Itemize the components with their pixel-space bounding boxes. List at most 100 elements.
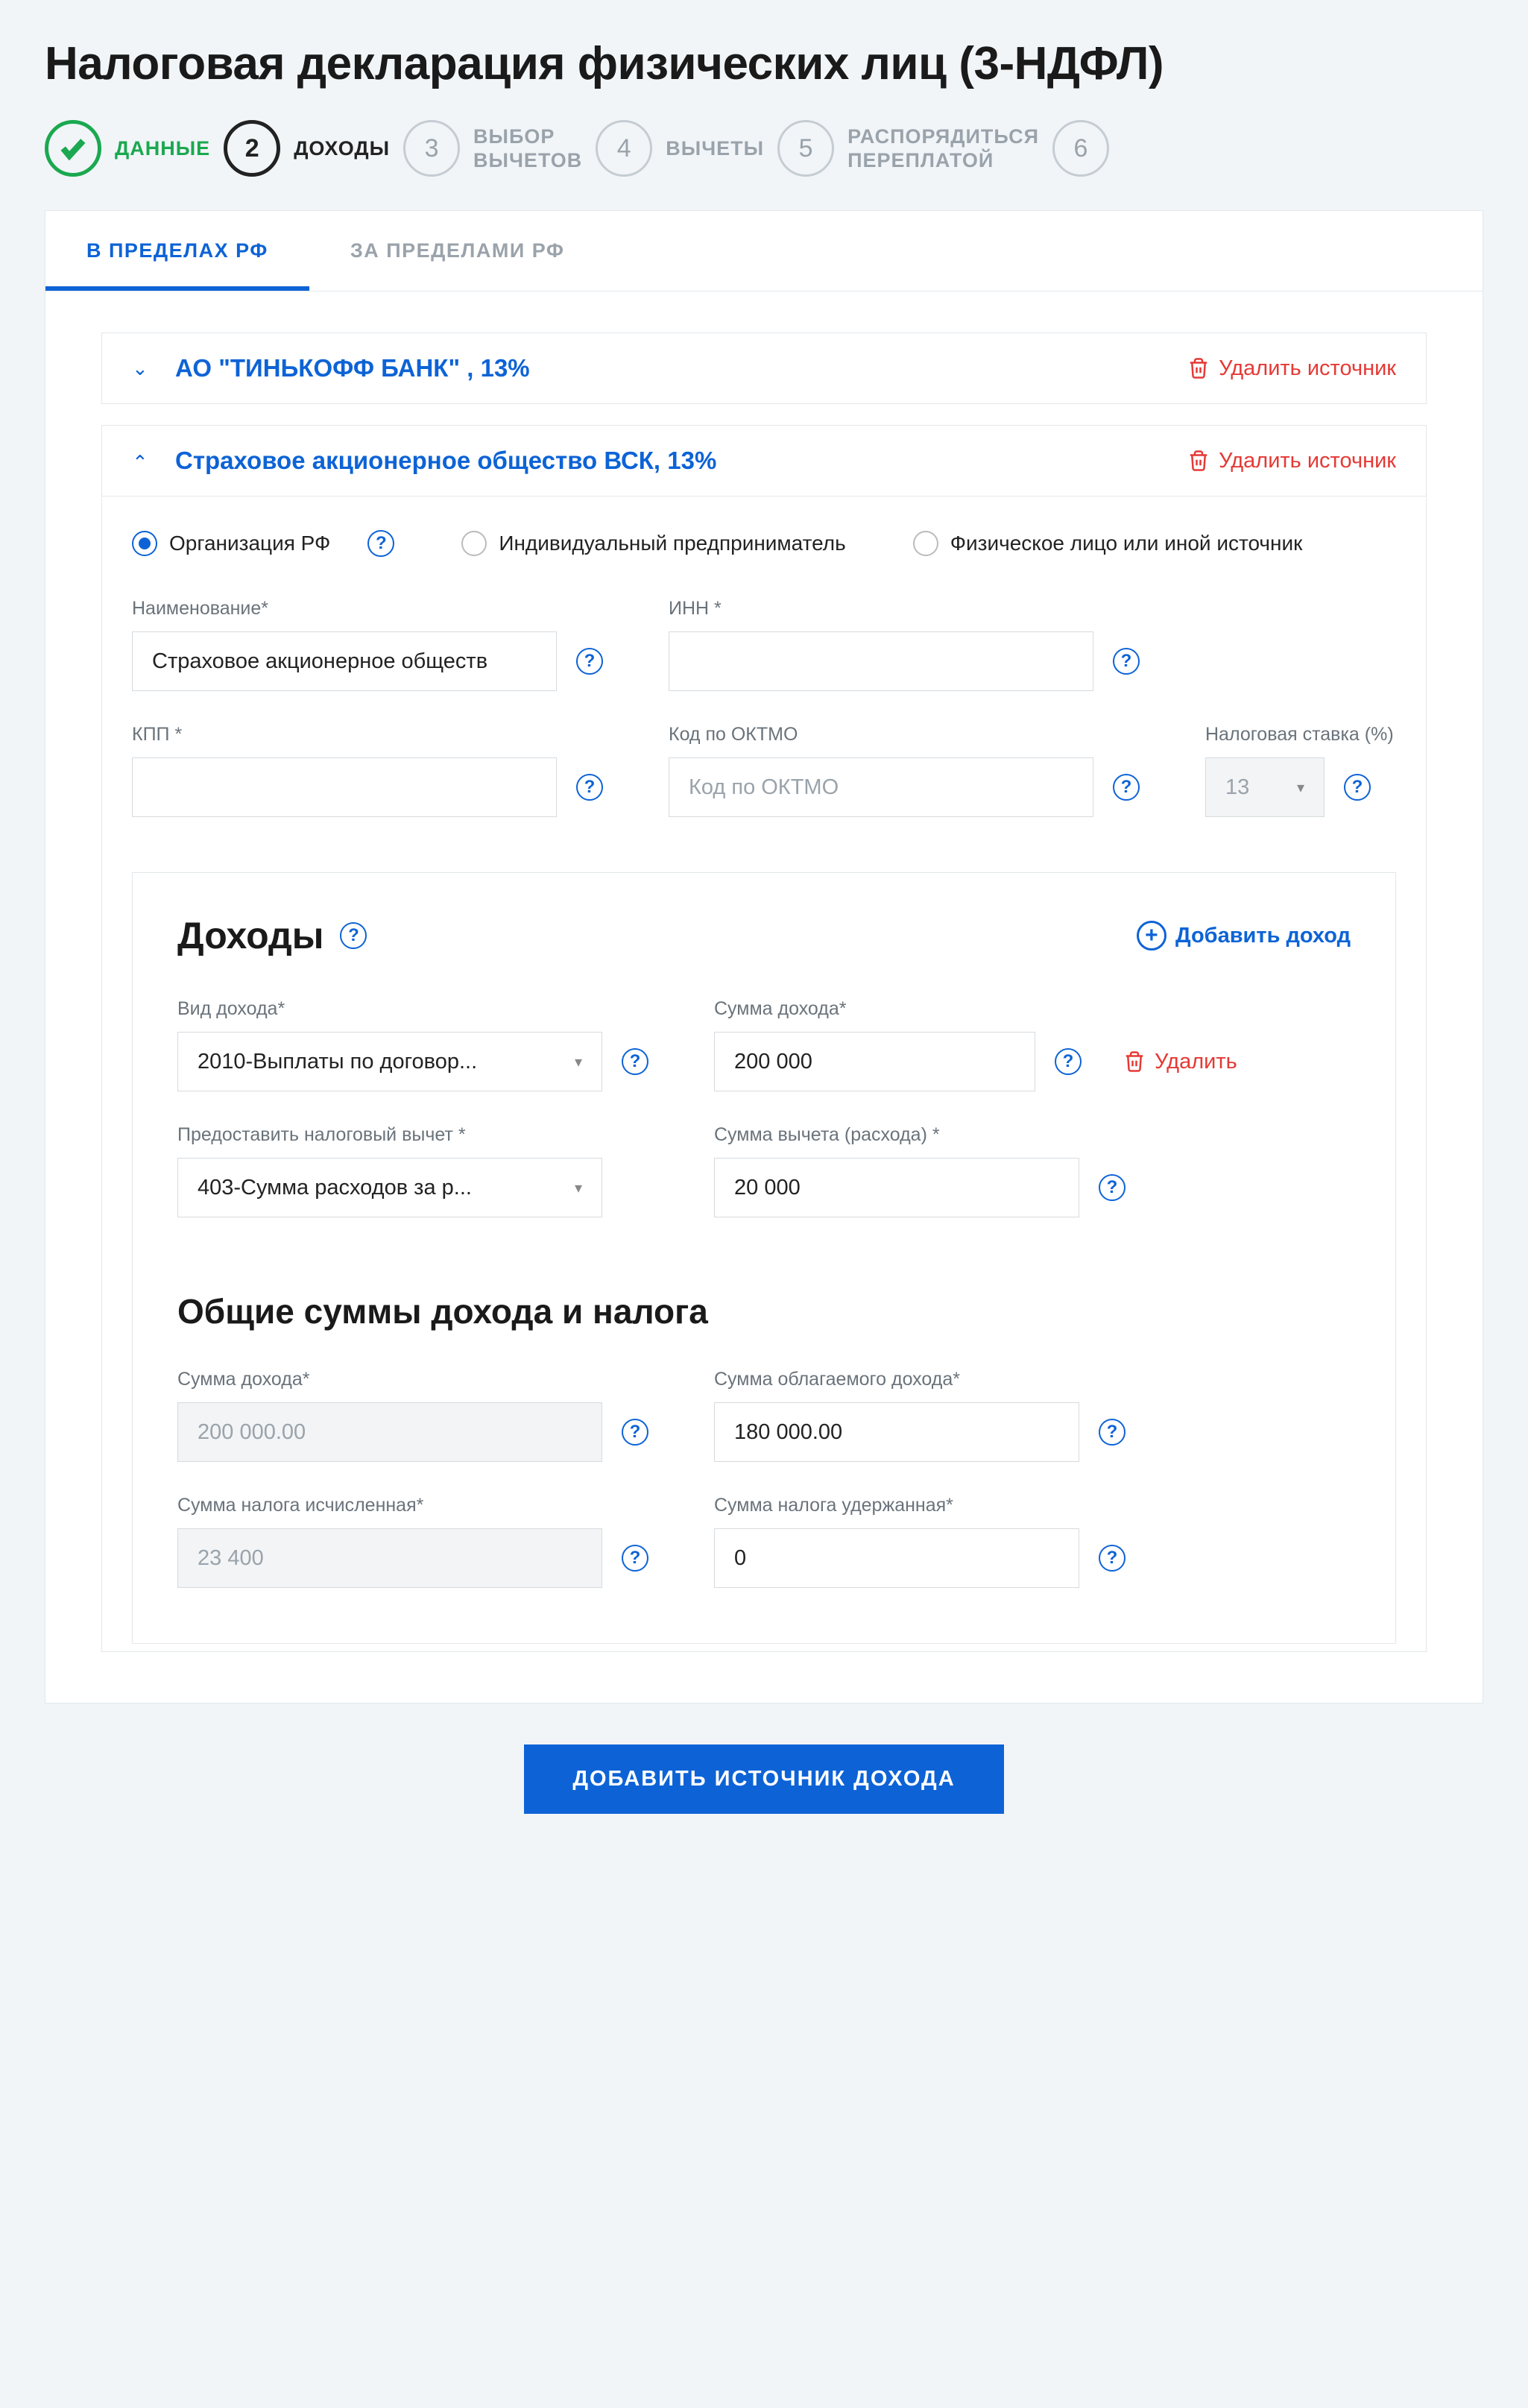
step-circle: 2 (224, 120, 280, 177)
caret-icon: ▾ (575, 1179, 582, 1197)
step-label: ВЫБОР ВЫЧЕТОВ (473, 125, 582, 173)
chevron-up-icon: ⌄ (132, 450, 154, 473)
delete-source-button[interactable]: Удалить источник (1187, 356, 1396, 381)
kpp-input[interactable] (132, 757, 557, 817)
main-card: В ПРЕДЕЛАХ РФ ЗА ПРЕДЕЛАМИ РФ ⌄ АО "ТИНЬ… (45, 210, 1483, 1703)
help-icon[interactable]: ? (576, 774, 603, 801)
help-icon[interactable]: ? (1113, 774, 1140, 801)
step-circle: 6 (1052, 120, 1109, 177)
accordion-header[interactable]: ⌄ АО "ТИНЬКОФФ БАНК" , 13% Удалить источ… (102, 333, 1426, 403)
step-2[interactable]: 2 ДОХОДЫ (224, 120, 390, 177)
field-kpp: КПП * ? (132, 724, 624, 817)
help-icon[interactable]: ? (1113, 648, 1140, 675)
help-icon[interactable]: ? (622, 1048, 648, 1075)
step-1[interactable]: ДАННЫЕ (45, 120, 210, 177)
step-label: РАСПОРЯДИТЬСЯ ПЕРЕПЛАТОЙ (847, 125, 1039, 173)
help-icon[interactable]: ? (1055, 1048, 1082, 1075)
section-title: Доходы ? (177, 914, 367, 957)
field-label: Наименование* (132, 598, 624, 620)
trash-icon (1187, 450, 1210, 472)
field-income-type: Вид дохода* 2010-Выплаты по договор... ▾… (177, 998, 669, 1091)
help-icon[interactable]: ? (1099, 1419, 1126, 1446)
field-taxable: Сумма облагаемого дохода* ? (714, 1369, 1206, 1462)
taxable-input[interactable] (714, 1402, 1079, 1462)
field-tax-calc: Сумма налога исчисленная* ? (177, 1495, 669, 1588)
name-input[interactable] (132, 631, 557, 691)
help-icon[interactable]: ? (1344, 774, 1371, 801)
caret-icon: ▾ (575, 1053, 582, 1071)
field-label: Код по ОКТМО (669, 724, 1161, 746)
help-icon[interactable]: ? (622, 1545, 648, 1572)
trash-icon (1187, 357, 1210, 379)
help-icon[interactable]: ? (340, 922, 367, 949)
add-source-button[interactable]: ДОБАВИТЬ ИСТОЧНИК ДОХОДА (524, 1744, 1003, 1814)
field-label: КПП * (132, 724, 624, 746)
field-label: Сумма облагаемого дохода* (714, 1369, 1206, 1390)
field-inn: ИНН * ? (669, 598, 1161, 691)
step-label: ДАННЫЕ (115, 136, 210, 160)
step-5[interactable]: 5 РАСПОРЯДИТЬСЯ ПЕРЕПЛАТОЙ (777, 120, 1039, 177)
select-value: 403-Сумма расходов за р... (198, 1176, 472, 1200)
source-2-accordion: ⌄ Страховое акционерное общество ВСК, 13… (101, 425, 1427, 1652)
source-title: АО "ТИНЬКОФФ БАНК" , 13% (175, 354, 1166, 382)
radio-label: Организация РФ (169, 532, 330, 555)
add-label: Добавить доход (1175, 924, 1351, 948)
field-label: Сумма налога исчисленная* (177, 1495, 669, 1516)
radio-icon (132, 531, 157, 556)
select-value: 13 (1225, 775, 1249, 800)
help-icon[interactable]: ? (576, 648, 603, 675)
incomes-section: Доходы ? + Добавить доход Вид дохода* (132, 872, 1396, 1644)
step-4[interactable]: 4 ВЫЧЕТЫ (596, 120, 764, 177)
delete-income-button[interactable]: Удалить (1123, 1050, 1237, 1074)
field-label: Предоставить налоговый вычет * (177, 1124, 669, 1146)
step-3[interactable]: 3 ВЫБОР ВЫЧЕТОВ (403, 120, 582, 177)
step-circle: 5 (777, 120, 834, 177)
rate-select[interactable]: 13 ▾ (1205, 757, 1325, 817)
step-6[interactable]: 6 (1052, 120, 1109, 177)
tax-held-input[interactable] (714, 1528, 1079, 1588)
deduction-amount-input[interactable] (714, 1158, 1079, 1217)
trash-icon (1123, 1050, 1146, 1073)
source-1-accordion: ⌄ АО "ТИНЬКОФФ БАНК" , 13% Удалить источ… (101, 332, 1427, 404)
radio-phys[interactable]: Физическое лицо или иной источник (913, 531, 1303, 556)
radio-icon (913, 531, 938, 556)
help-icon[interactable]: ? (367, 530, 394, 557)
step-circle: 3 (403, 120, 460, 177)
field-tax-held: Сумма налога удержанная* ? (714, 1495, 1206, 1588)
income-amount-input[interactable] (714, 1032, 1035, 1091)
totals-title: Общие суммы дохода и налога (177, 1291, 1351, 1331)
accordion-header[interactable]: ⌄ Страховое акционерное общество ВСК, 13… (102, 426, 1426, 496)
deduction-select[interactable]: 403-Сумма расходов за р... ▾ (177, 1158, 602, 1217)
help-icon[interactable]: ? (622, 1419, 648, 1446)
step-label: ДОХОДЫ (294, 136, 390, 160)
select-value: 2010-Выплаты по договор... (198, 1050, 477, 1074)
radio-label: Индивидуальный предприниматель (499, 532, 845, 555)
accordion-body: Организация РФ ? Индивидуальный предприн… (102, 496, 1426, 1651)
step-label: ВЫЧЕТЫ (666, 136, 764, 160)
field-label: Налоговая ставка (%) (1205, 724, 1394, 746)
chevron-down-icon: ⌄ (132, 357, 154, 380)
help-icon[interactable]: ? (1099, 1545, 1126, 1572)
add-income-button[interactable]: + Добавить доход (1137, 921, 1351, 951)
field-label: Сумма дохода* (714, 998, 1206, 1020)
radio-ip[interactable]: Индивидуальный предприниматель (461, 531, 845, 556)
tab-abroad[interactable]: ЗА ПРЕДЕЛАМИ РФ (309, 211, 606, 291)
radio-label: Физическое лицо или иной источник (950, 532, 1303, 555)
help-icon[interactable]: ? (1099, 1174, 1126, 1201)
delete-label: Удалить источник (1219, 356, 1396, 381)
field-income-amount: Сумма дохода* ? Удалить (714, 998, 1206, 1091)
income-type-select[interactable]: 2010-Выплаты по договор... ▾ (177, 1032, 602, 1091)
delete-label: Удалить (1155, 1050, 1237, 1074)
radio-org-rf[interactable]: Организация РФ (132, 531, 330, 556)
inn-input[interactable] (669, 631, 1093, 691)
total-income-input (177, 1402, 602, 1462)
step-circle: 4 (596, 120, 652, 177)
field-label: Сумма вычета (расхода) * (714, 1124, 1206, 1146)
tab-rf[interactable]: В ПРЕДЕЛАХ РФ (45, 211, 309, 291)
check-icon (58, 133, 88, 163)
delete-source-button[interactable]: Удалить источник (1187, 449, 1396, 473)
delete-label: Удалить источник (1219, 449, 1396, 473)
oktmo-input[interactable] (669, 757, 1093, 817)
stepper: ДАННЫЕ 2 ДОХОДЫ 3 ВЫБОР ВЫЧЕТОВ 4 ВЫЧЕТЫ… (45, 120, 1483, 177)
field-deduction-type: Предоставить налоговый вычет * 403-Сумма… (177, 1124, 669, 1217)
